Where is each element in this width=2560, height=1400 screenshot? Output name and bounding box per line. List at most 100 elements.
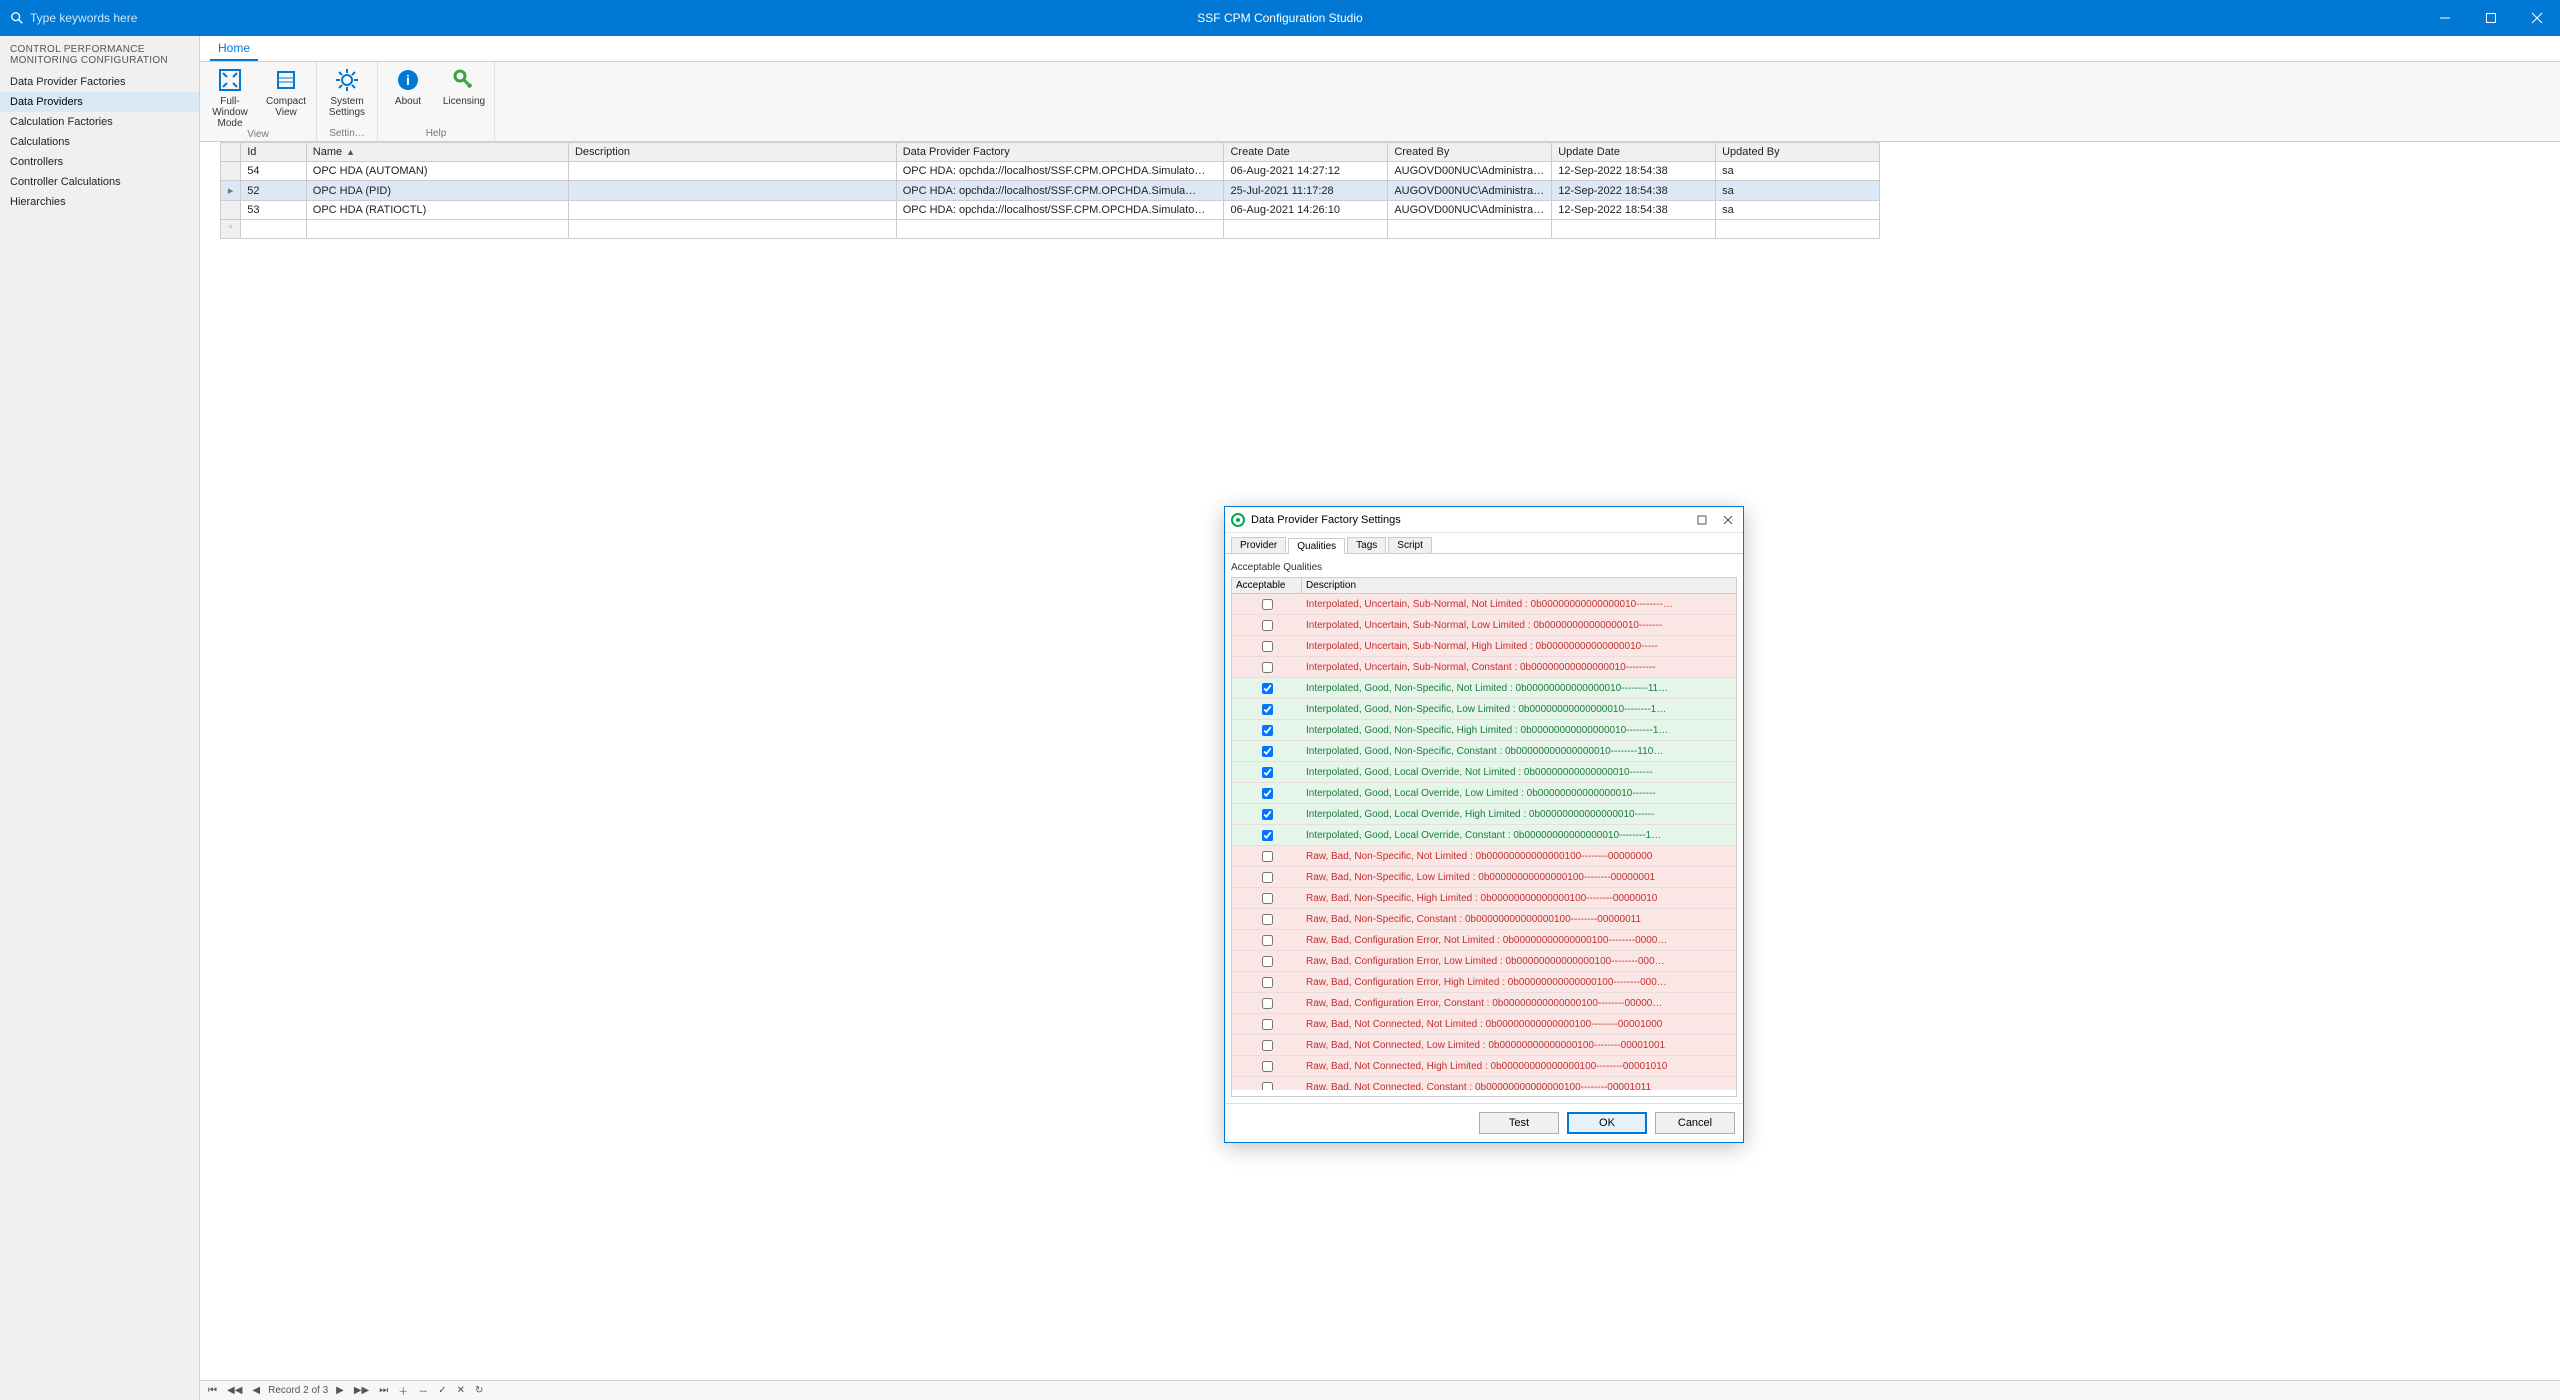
- acceptable-checkbox[interactable]: [1262, 599, 1273, 610]
- quality-row[interactable]: Raw, Bad, Non-Specific, High Limited : 0…: [1232, 888, 1736, 909]
- cell[interactable]: OPC HDA (PID): [306, 181, 568, 201]
- acceptable-checkbox[interactable]: [1262, 620, 1273, 631]
- cell[interactable]: 12-Sep-2022 18:54:38: [1552, 162, 1716, 181]
- commit-icon[interactable]: ✓: [436, 1385, 448, 1396]
- cell[interactable]: 12-Sep-2022 18:54:38: [1552, 201, 1716, 220]
- quality-row[interactable]: Raw, Bad, Not Connected, High Limited : …: [1232, 1056, 1736, 1077]
- data-grid[interactable]: IdName▲DescriptionData Provider FactoryC…: [220, 142, 1880, 239]
- close-button[interactable]: [2514, 0, 2560, 36]
- acceptable-checkbox[interactable]: [1262, 1082, 1273, 1091]
- cell[interactable]: [568, 181, 896, 201]
- table-row[interactable]: 54OPC HDA (AUTOMAN)OPC HDA: opchda://loc…: [221, 162, 1880, 181]
- sidebar-item-controller-calculations[interactable]: Controller Calculations: [0, 172, 199, 192]
- add-row-icon[interactable]: ＋: [396, 1383, 410, 1398]
- acceptable-checkbox[interactable]: [1262, 1040, 1273, 1051]
- refresh-icon[interactable]: ↻: [473, 1385, 485, 1396]
- cell[interactable]: [568, 201, 896, 220]
- nav-last-icon[interactable]: ⏭: [377, 1385, 390, 1396]
- new-row[interactable]: *: [221, 220, 1880, 239]
- acceptable-checkbox[interactable]: [1262, 725, 1273, 736]
- tab-qualities[interactable]: Qualities: [1288, 538, 1345, 554]
- delete-row-icon[interactable]: －: [416, 1383, 430, 1398]
- quality-row[interactable]: Raw, Bad, Configuration Error, Constant …: [1232, 993, 1736, 1014]
- cell[interactable]: OPC HDA (RATIOCTL): [306, 201, 568, 220]
- ok-button[interactable]: OK: [1567, 1112, 1647, 1134]
- cell[interactable]: 06-Aug-2021 14:27:12: [1224, 162, 1388, 181]
- col-description[interactable]: Description: [568, 143, 896, 162]
- col-create-date[interactable]: Create Date: [1224, 143, 1388, 162]
- ribbon-systemsettings-button[interactable]: System Settings: [323, 66, 371, 118]
- acceptable-checkbox[interactable]: [1262, 788, 1273, 799]
- col-created-by[interactable]: Created By: [1388, 143, 1552, 162]
- sidebar-item-data-providers[interactable]: Data Providers: [0, 92, 199, 112]
- quality-row[interactable]: Raw, Bad, Not Connected, Low Limited : 0…: [1232, 1035, 1736, 1056]
- acceptable-checkbox[interactable]: [1262, 956, 1273, 967]
- quality-row[interactable]: Interpolated, Good, Non-Specific, Consta…: [1232, 741, 1736, 762]
- cell[interactable]: 25-Jul-2021 11:17:28: [1224, 181, 1388, 201]
- quality-row[interactable]: Interpolated, Good, Local Override, High…: [1232, 804, 1736, 825]
- cell[interactable]: 12-Sep-2022 18:54:38: [1552, 181, 1716, 201]
- acceptable-checkbox[interactable]: [1262, 830, 1273, 841]
- table-row[interactable]: 53OPC HDA (RATIOCTL) OPC HDA: opchda://lo…: [221, 201, 1880, 220]
- acceptable-checkbox[interactable]: [1262, 746, 1273, 757]
- nav-prevpage-icon[interactable]: ◀◀: [225, 1385, 244, 1396]
- dialog-titlebar[interactable]: Data Provider Factory Settings: [1225, 507, 1743, 533]
- cell[interactable]: 54: [241, 162, 307, 181]
- sidebar-item-calculation-factories[interactable]: Calculation Factories: [0, 112, 199, 132]
- acceptable-checkbox[interactable]: [1262, 641, 1273, 652]
- ribbon-compact-button[interactable]: Compact View: [262, 66, 310, 129]
- col-id[interactable]: Id: [241, 143, 307, 162]
- acceptable-checkbox[interactable]: [1262, 935, 1273, 946]
- rollback-icon[interactable]: ✕: [455, 1385, 467, 1396]
- sidebar-item-data-provider-factories[interactable]: Data Provider Factories: [0, 72, 199, 92]
- acceptable-checkbox[interactable]: [1262, 662, 1273, 673]
- col-acceptable[interactable]: Acceptable: [1232, 578, 1302, 593]
- minimize-button[interactable]: [2422, 0, 2468, 36]
- acceptable-checkbox[interactable]: [1262, 872, 1273, 883]
- table-row[interactable]: ▸52OPC HDA (PID)OPC HDA: opchda://localh…: [221, 181, 1880, 201]
- acceptable-checkbox[interactable]: [1262, 914, 1273, 925]
- search-input[interactable]: [30, 11, 190, 25]
- acceptable-checkbox[interactable]: [1262, 809, 1273, 820]
- ribbon-tab-home[interactable]: Home: [210, 37, 258, 61]
- cancel-button[interactable]: Cancel: [1655, 1112, 1735, 1134]
- quality-row[interactable]: Raw, Bad, Configuration Error, Low Limit…: [1232, 951, 1736, 972]
- cell[interactable]: sa: [1716, 181, 1880, 201]
- dialog-close-button[interactable]: [1719, 511, 1737, 529]
- search-box[interactable]: [0, 11, 200, 25]
- sidebar-item-controllers[interactable]: Controllers: [0, 152, 199, 172]
- cell[interactable]: AUGOVD00NUC\Administra…: [1388, 181, 1552, 201]
- col-data-provider-factory[interactable]: Data Provider Factory: [896, 143, 1224, 162]
- quality-row[interactable]: Raw, Bad, Non-Specific, Low Limited : 0b…: [1232, 867, 1736, 888]
- cell[interactable]: sa: [1716, 201, 1880, 220]
- acceptable-checkbox[interactable]: [1262, 893, 1273, 904]
- nav-first-icon[interactable]: ⏮: [206, 1385, 219, 1396]
- acceptable-checkbox[interactable]: [1262, 977, 1273, 988]
- acceptable-checkbox[interactable]: [1262, 998, 1273, 1009]
- cell[interactable]: OPC HDA: opchda://localhost/SSF.CPM.OPCH…: [896, 162, 1224, 181]
- col-updated-by[interactable]: Updated By: [1716, 143, 1880, 162]
- cell[interactable]: 53: [241, 201, 307, 220]
- acceptable-checkbox[interactable]: [1262, 704, 1273, 715]
- quality-row[interactable]: Raw, Bad, Not Connected, Not Limited : 0…: [1232, 1014, 1736, 1035]
- quality-row[interactable]: Interpolated, Good, Local Override, Not …: [1232, 762, 1736, 783]
- acceptable-checkbox[interactable]: [1262, 1061, 1273, 1072]
- cell[interactable]: AUGOVD00NUC\Administra…: [1388, 162, 1552, 181]
- sidebar-item-hierarchies[interactable]: Hierarchies: [0, 192, 199, 212]
- quality-row[interactable]: Raw, Bad, Non-Specific, Not Limited : 0b…: [1232, 846, 1736, 867]
- tab-provider[interactable]: Provider: [1231, 537, 1286, 553]
- acceptable-checkbox[interactable]: [1262, 767, 1273, 778]
- quality-row[interactable]: Interpolated, Good, Local Override, Low …: [1232, 783, 1736, 804]
- col-update-date[interactable]: Update Date: [1552, 143, 1716, 162]
- quality-row[interactable]: Interpolated, Uncertain, Sub-Normal, Low…: [1232, 615, 1736, 636]
- cell[interactable]: 06-Aug-2021 14:26:10: [1224, 201, 1388, 220]
- test-button[interactable]: Test: [1479, 1112, 1559, 1134]
- cell[interactable]: OPC HDA: opchda://localhost/SSF.CPM.OPCH…: [896, 201, 1224, 220]
- quality-row[interactable]: Interpolated, Uncertain, Sub-Normal, Con…: [1232, 657, 1736, 678]
- cell[interactable]: AUGOVD00NUC\Administra…: [1388, 201, 1552, 220]
- quality-row[interactable]: Raw, Bad, Configuration Error, High Limi…: [1232, 972, 1736, 993]
- col-description[interactable]: Description: [1302, 578, 1736, 593]
- acceptable-checkbox[interactable]: [1262, 683, 1273, 694]
- nav-next-icon[interactable]: ▶: [334, 1385, 346, 1396]
- maximize-button[interactable]: [2468, 0, 2514, 36]
